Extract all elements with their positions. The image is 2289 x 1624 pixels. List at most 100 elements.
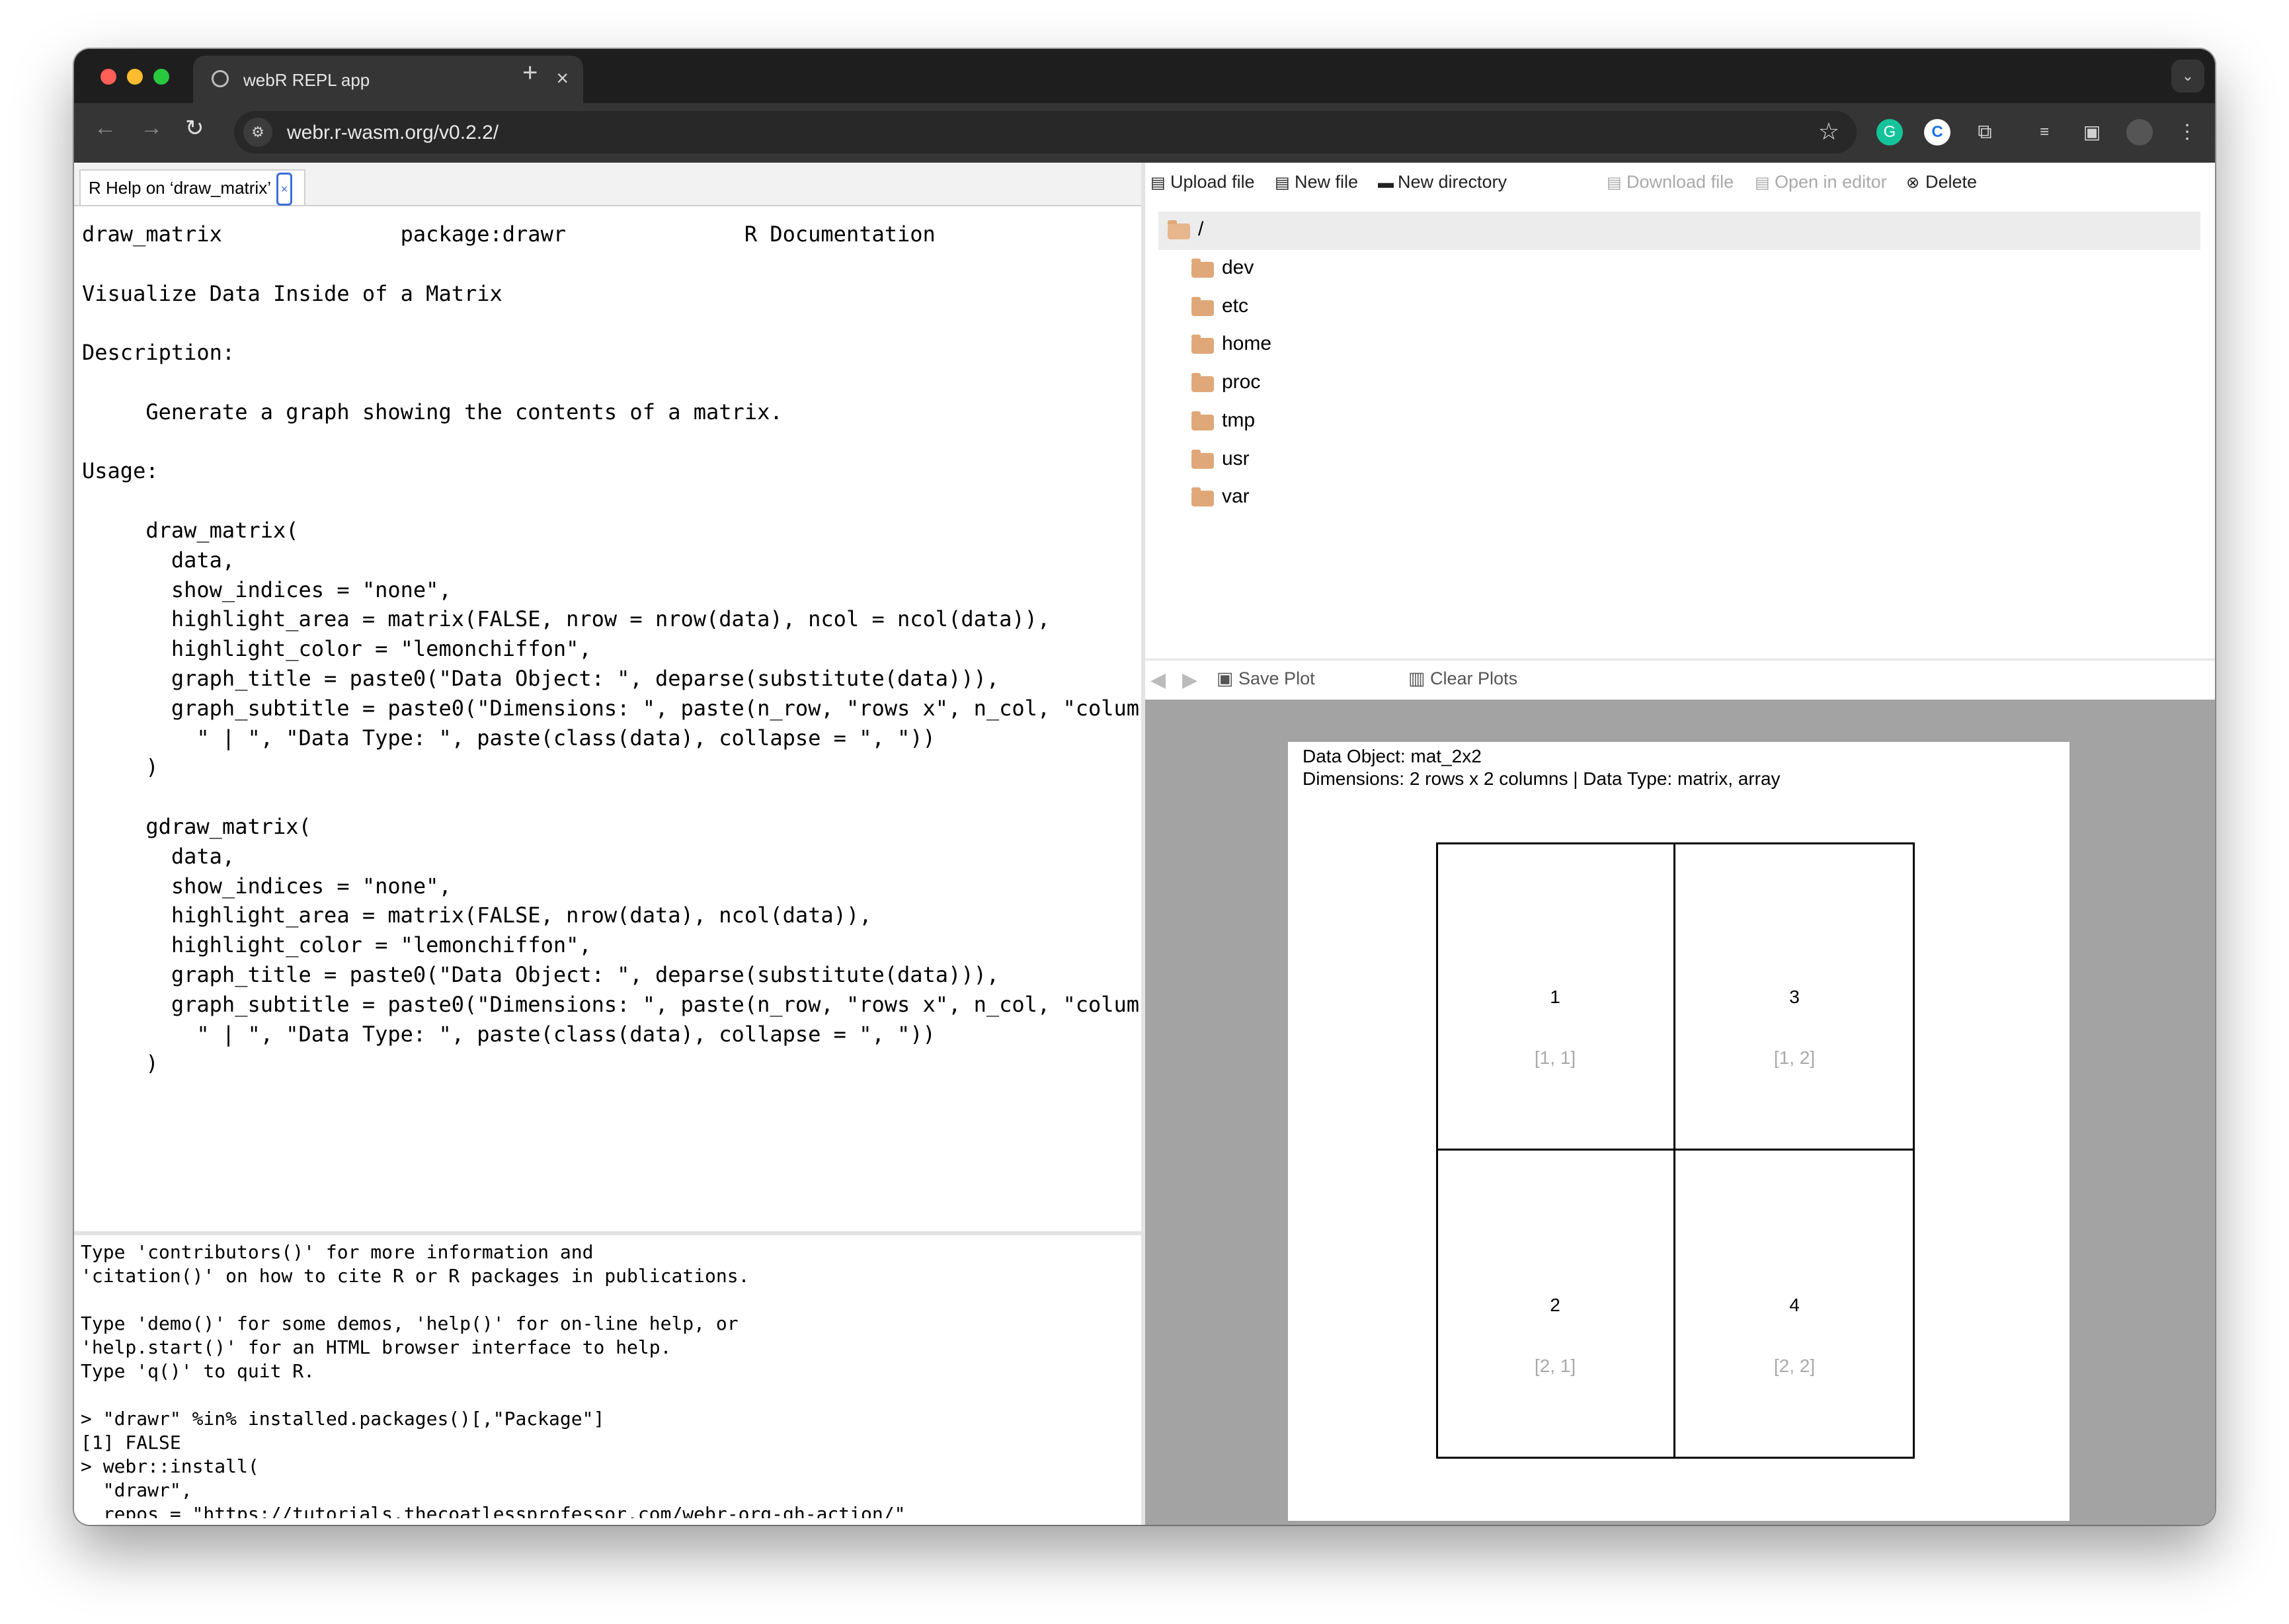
matrix-cell-index: [2, 2] — [1773, 1356, 1816, 1376]
folder-proc[interactable]: proc — [1158, 364, 2200, 401]
back-icon[interactable]: ← — [94, 115, 116, 141]
help-line: highlight_area = matrix(FALSE, nrow = nr… — [82, 606, 1051, 632]
help-line: Usage: — [82, 458, 159, 484]
download-file-button[interactable]: ▤ Download file — [1607, 172, 1734, 192]
console-line: Type 'contributors()' for more informati… — [81, 1241, 594, 1263]
folder-icon — [1191, 373, 1214, 393]
new-directory-button[interactable]: ▬ New directory — [1378, 172, 1507, 192]
new-tab-button[interactable]: + — [522, 58, 538, 88]
delete-icon: ⊗ — [1906, 174, 1920, 192]
help-tab[interactable]: R Help on ‘draw_matrix’ × — [79, 169, 305, 206]
plot-canvas: Data Object: mat_2x2 Dimensions: 2 rows … — [1288, 742, 2069, 1521]
address-bar[interactable]: ⚙ webr.r-wasm.org/v0.2.2/ ☆ — [234, 111, 1857, 153]
folder-usr[interactable]: usr — [1158, 441, 2200, 478]
folder-var[interactable]: var — [1158, 479, 2200, 516]
minimize-window-button[interactable] — [127, 69, 143, 85]
left-pane: R Help on ‘draw_matrix’ × draw_matrix pac… — [74, 163, 1141, 1525]
folder-label: proc — [1222, 371, 1261, 393]
help-line: Description: — [82, 340, 235, 366]
folder-tmp[interactable]: tmp — [1158, 403, 2200, 440]
help-line: " | ", "Data Type: ", paste(class(data),… — [82, 1021, 936, 1047]
folder-icon — [1191, 449, 1214, 469]
folder-icon — [1191, 487, 1214, 507]
help-line: draw_matrix package:drawr R Documentatio… — [82, 222, 936, 247]
console-line: "drawr", — [81, 1479, 192, 1501]
title-bar: webR REPL app × + ⌄ — [74, 49, 2215, 103]
editor-tab-bar: R Help on ‘draw_matrix’ × — [74, 163, 1141, 206]
pane-splitter-horizontal[interactable] — [74, 1231, 1141, 1235]
help-tab-close-icon[interactable]: × — [276, 173, 292, 206]
help-line: graph_subtitle = paste0("Dimensions: ", … — [82, 991, 1140, 1017]
grammarly-extension-icon[interactable]: G — [1876, 119, 1903, 145]
console-line: 'citation()' on how to cite R or R packa… — [81, 1265, 750, 1287]
forward-icon[interactable]: → — [140, 115, 163, 141]
help-line: " | ", "Data Type: ", paste(class(data),… — [82, 725, 936, 751]
plot-subtitle: Dimensions: 2 rows x 2 columns | Data Ty… — [1303, 768, 1781, 789]
upload-file-button[interactable]: ▤ Upload file — [1150, 172, 1255, 192]
help-line: highlight_area = matrix(FALSE, nrow(data… — [82, 903, 872, 928]
url-text[interactable]: webr.r-wasm.org/v0.2.2/ — [287, 122, 499, 144]
console-line: [1] FALSE — [81, 1432, 181, 1453]
reload-icon[interactable]: ↻ — [185, 115, 204, 142]
plot-area: Data Object: mat_2x2 Dimensions: 2 rows … — [1145, 700, 2215, 1525]
help-line: Visualize Data Inside of a Matrix — [82, 280, 502, 306]
reading-list-icon[interactable]: ≡ — [2031, 119, 2058, 145]
console-line: 'help.start()' for an HTML browser inter… — [81, 1336, 672, 1358]
console-line: repos = "https://tutorials.thecoatlesspr… — [81, 1503, 906, 1518]
open-in-editor-button[interactable]: ▤ Open in editor — [1755, 172, 1887, 192]
extensions-puzzle-icon[interactable]: ⧉ — [1972, 119, 1998, 145]
new-file-icon: ▤ — [1275, 174, 1290, 192]
side-panel-icon[interactable]: ▣ — [2079, 119, 2105, 145]
console-line: Type 'demo()' for some demos, 'help()' f… — [81, 1313, 739, 1334]
extension-icon[interactable]: C — [1924, 119, 1950, 145]
help-line: graph_title = paste0("Data Object: ", de… — [82, 961, 1000, 987]
profile-avatar[interactable] — [2126, 119, 2153, 145]
file-upload-icon: ▤ — [1150, 174, 1166, 192]
help-tab-label: R Help on ‘draw_matrix’ — [89, 178, 271, 198]
bookmark-star-icon[interactable]: ☆ — [1818, 118, 1839, 145]
matrix-cell-value: 1 — [1550, 987, 1560, 1007]
folder-label: dev — [1222, 257, 1254, 278]
folder-label: home — [1222, 333, 1272, 355]
help-line: show_indices = "none", — [82, 873, 452, 899]
previous-plot-icon[interactable]: ◀ — [1150, 669, 1166, 692]
edit-file-icon: ▤ — [1755, 174, 1770, 192]
next-plot-icon[interactable]: ▶ — [1182, 669, 1197, 692]
new-file-button[interactable]: ▤ New file — [1275, 172, 1358, 192]
right-pane: ▤ Upload file ▤ New file ▬ New directory ▤ D… — [1145, 163, 2215, 1525]
help-line: data, — [82, 547, 235, 573]
help-line: highlight_color = "lemonchiffon", — [82, 932, 592, 958]
save-plot-button[interactable]: ▣ Save Plot — [1217, 669, 1315, 689]
matrix-cell-index: [1, 1] — [1534, 1047, 1576, 1068]
help-line: highlight_color = "lemonchiffon", — [82, 636, 592, 662]
folder-home[interactable]: home — [1158, 326, 2200, 363]
menu-kebab-icon[interactable]: ⋮ — [2174, 119, 2200, 145]
maximize-window-button[interactable] — [153, 69, 169, 85]
close-window-button[interactable] — [100, 69, 116, 85]
help-line: data, — [82, 843, 235, 869]
clear-plots-button[interactable]: ▥ Clear Plots — [1408, 669, 1517, 689]
folder-open-icon — [1168, 220, 1190, 239]
tree-root-label: / — [1198, 218, 1204, 240]
folder-dev[interactable]: dev — [1158, 250, 2200, 287]
browser-window: webR REPL app × + ⌄ ← → ↻ ⚙ webr.r-wasm.… — [74, 49, 2215, 1525]
help-line: draw_matrix( — [82, 517, 299, 543]
delete-button[interactable]: ⊗ Delete — [1906, 172, 1977, 192]
site-settings-icon[interactable]: ⚙ — [243, 118, 272, 147]
files-toolbar: ▤ Upload file ▤ New file ▬ New directory ▤ D… — [1145, 163, 2215, 205]
trash-icon: ▥ — [1408, 669, 1431, 688]
new-folder-icon: ▬ — [1378, 174, 1394, 192]
tab-close-icon[interactable]: × — [556, 66, 569, 91]
folder-icon — [1191, 411, 1214, 430]
r-console[interactable]: Type 'contributors()' for more informati… — [81, 1240, 1139, 1518]
tab-title: webR REPL app — [243, 70, 370, 90]
matrix-cell-index: [2, 1] — [1534, 1356, 1576, 1376]
plot-toolbar: ◀ ▶ ▣ Save Plot ▥ Clear Plots — [1145, 659, 2215, 702]
folder-etc[interactable]: etc — [1158, 288, 2200, 325]
folder-icon — [1191, 335, 1214, 354]
download-icon: ▤ — [1607, 174, 1622, 192]
tree-root[interactable]: / — [1158, 212, 2200, 250]
tab-search-dropdown[interactable]: ⌄ — [2171, 60, 2204, 93]
